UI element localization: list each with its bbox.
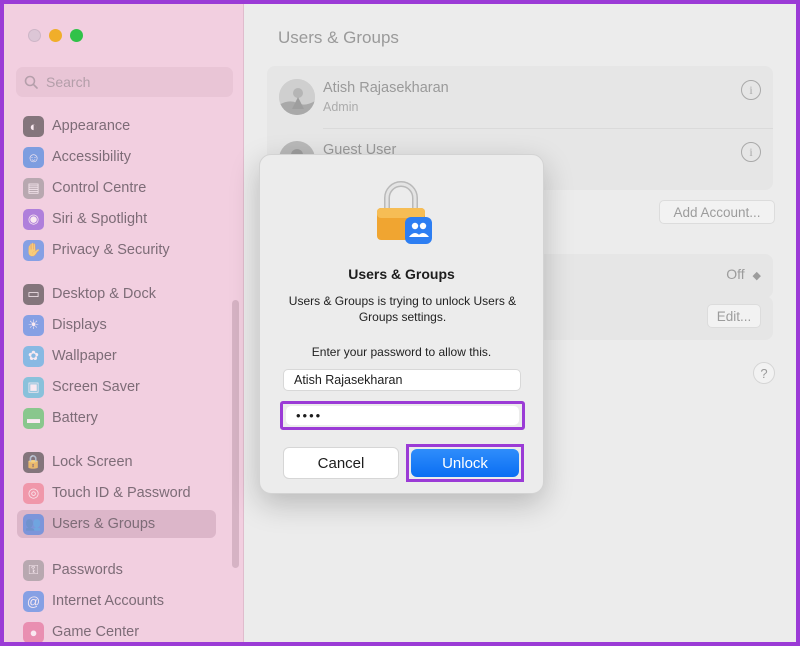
flower-icon: ✿ — [23, 345, 44, 367]
dialog-prompt: Enter your password to allow this. — [311, 345, 492, 359]
password-field[interactable] — [286, 406, 519, 425]
at-icon: @ — [23, 590, 44, 612]
sidebar-item-label: Internet Accounts — [52, 593, 165, 609]
sidebar-item-label: Battery — [52, 410, 98, 426]
sidebar-item-touch-id-password[interactable]: ◎ Touch ID & Password — [17, 479, 216, 507]
sidebar-item-lock-screen[interactable]: 🔒 Lock Screen — [17, 448, 216, 476]
sidebar-item-label: Accessibility — [52, 149, 131, 165]
sidebar-item-label: Game Center — [52, 624, 140, 640]
sidebar-item-privacy-security[interactable]: ✋ Privacy & Security — [17, 236, 216, 264]
cancel-button[interactable]: Cancel — [283, 447, 399, 479]
info-icon[interactable]: i — [741, 80, 761, 100]
search-box[interactable] — [16, 67, 233, 97]
sidebar-item-desktop-dock[interactable]: ▭ Desktop & Dock — [17, 280, 216, 308]
window-controls — [28, 29, 83, 42]
search-icon — [24, 75, 38, 89]
sidebar-item-wallpaper[interactable]: ✿ Wallpaper — [17, 342, 216, 370]
sidebar-item-battery[interactable]: ▬ Battery — [17, 404, 216, 432]
lock-icon: 🔒 — [23, 451, 44, 473]
sidebar-item-label: Touch ID & Password — [52, 485, 191, 501]
accessibility-icon: ☺ — [23, 146, 44, 168]
control-centre-icon: ▤ — [23, 177, 44, 199]
avatar — [279, 79, 315, 115]
siri-icon: ◉ — [23, 208, 44, 230]
sidebar-item-displays[interactable]: ☀ Displays — [17, 311, 216, 339]
user-row-admin[interactable]: Atish Rajasekharan Admin i — [267, 66, 773, 129]
info-icon[interactable]: i — [741, 142, 761, 162]
lock-users-icon — [375, 179, 433, 245]
automatic-login-select[interactable]: Off ◆ — [726, 266, 761, 282]
sidebar-item-label: Users & Groups — [52, 516, 156, 532]
hand-icon: ✋ — [23, 239, 44, 261]
window-frame: ◐ Appearance ☺ Accessibility ▤ Control Centre… — [0, 0, 800, 646]
sidebar-item-screen-saver[interactable]: ▣ Screen Saver — [17, 373, 216, 401]
sidebar-item-label: Screen Saver — [52, 379, 140, 395]
sidebar-item-label: Privacy & Security — [52, 242, 170, 258]
zoom-window-button[interactable] — [70, 29, 83, 42]
sidebar-item-label: Passwords — [52, 562, 123, 578]
sidebar-item-label: Lock Screen — [52, 454, 133, 470]
sidebar-item-internet-accounts[interactable]: @ Internet Accounts — [17, 587, 216, 615]
sidebar-item-label: Desktop & Dock — [52, 286, 156, 302]
help-button[interactable]: ? — [753, 362, 775, 384]
close-window-button[interactable] — [28, 29, 41, 42]
sidebar-item-label: Displays — [52, 317, 107, 333]
appearance-icon: ◐ — [23, 115, 44, 137]
dock-icon: ▭ — [23, 283, 44, 305]
sidebar-item-siri-spotlight[interactable]: ◉ Siri & Spotlight — [17, 205, 216, 233]
sidebar-item-users-groups[interactable]: 👥 Users & Groups — [17, 510, 216, 538]
user-role: Admin — [323, 100, 359, 114]
sidebar-item-label: Appearance — [52, 118, 131, 134]
sidebar-item-control-centre[interactable]: ▤ Control Centre — [17, 174, 216, 202]
battery-icon: ▬ — [23, 407, 44, 429]
users-icon: 👥 — [23, 513, 44, 535]
key-icon: ⚿ — [23, 559, 44, 581]
sidebar-scrollbar[interactable] — [232, 300, 239, 568]
sidebar-item-label: Wallpaper — [52, 348, 117, 364]
sidebar-item-game-center[interactable]: ● Game Center — [17, 618, 216, 642]
sidebar-item-appearance[interactable]: ◐ Appearance — [17, 112, 216, 140]
sidebar-item-label: Control Centre — [52, 180, 147, 196]
unlock-button[interactable]: Unlock — [411, 449, 519, 477]
unlock-dialog: Users & Groups Users & Groups is trying … — [259, 154, 544, 494]
sun-icon: ☀ — [23, 314, 44, 336]
sidebar-item-passwords[interactable]: ⚿ Passwords — [17, 556, 216, 584]
password-highlight — [280, 401, 525, 430]
sidebar: ◐ Appearance ☺ Accessibility ▤ Control Centre… — [4, 4, 244, 642]
user-name: Atish Rajasekharan — [323, 80, 449, 96]
sidebar-item-accessibility[interactable]: ☺ Accessibility — [17, 143, 216, 171]
search-input[interactable] — [46, 74, 216, 90]
dialog-message: Users & Groups is trying to unlock Users… — [288, 294, 517, 324]
dialog-title: Users & Groups — [348, 266, 455, 282]
fingerprint-icon: ◎ — [23, 482, 44, 504]
page-title: Users & Groups — [278, 28, 399, 47]
select-value: Off — [726, 266, 745, 282]
screen-saver-icon: ▣ — [23, 376, 44, 398]
edit-button[interactable]: Edit... — [707, 304, 761, 328]
username-field[interactable] — [283, 369, 521, 391]
chevron-updown-icon: ◆ — [752, 270, 761, 282]
unlock-highlight: Unlock — [406, 444, 524, 482]
minimize-window-button[interactable] — [49, 29, 62, 42]
avatar-photo-icon — [279, 79, 315, 115]
add-account-button[interactable]: Add Account... — [659, 200, 775, 224]
sidebar-item-label: Siri & Spotlight — [52, 211, 148, 227]
game-center-icon: ● — [23, 621, 44, 642]
